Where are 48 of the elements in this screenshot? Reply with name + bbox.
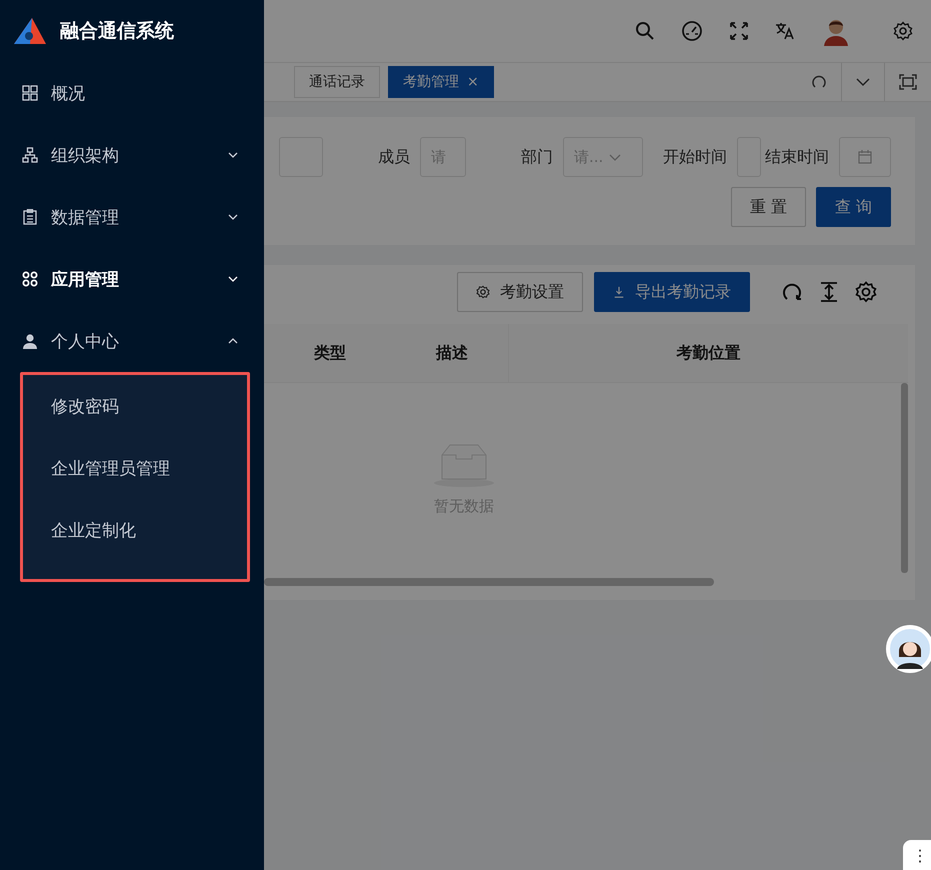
settings-icon[interactable] — [893, 21, 913, 41]
calendar-icon — [858, 150, 872, 164]
submenu-item[interactable]: 企业定制化 — [23, 499, 247, 561]
button[interactable]: 重 置 — [730, 187, 806, 227]
search-icon[interactable] — [635, 21, 655, 41]
menu-item[interactable]: 组织架构 — [0, 124, 264, 186]
row-height-icon[interactable] — [819, 281, 839, 303]
chevron-down-icon — [228, 276, 238, 282]
translate-icon[interactable] — [775, 21, 795, 41]
clipboard-icon — [22, 209, 38, 225]
app-title: 融合通信系统 — [60, 19, 174, 44]
date-field[interactable] — [839, 137, 891, 177]
apps-icon — [22, 271, 38, 287]
scrollbar[interactable] — [264, 578, 714, 586]
tab[interactable]: 通话记录 — [294, 66, 380, 98]
field-label: 成员 — [378, 146, 410, 168]
gear-icon — [476, 285, 490, 299]
button[interactable]: 考勤设置 — [457, 272, 583, 312]
submenu-item[interactable]: 企业管理员管理 — [23, 437, 247, 499]
download-icon — [613, 286, 625, 298]
tab[interactable]: 考勤管理 × — [388, 66, 494, 98]
field-label: 结束时间 — [765, 146, 829, 168]
menu-item[interactable]: 个人中心 — [0, 310, 264, 372]
refresh-icon[interactable] — [781, 281, 803, 303]
chevron-down-icon — [228, 214, 238, 220]
chevron-up-icon — [228, 338, 238, 344]
chevron-down-icon — [228, 152, 238, 158]
chevron-down-icon — [609, 154, 622, 160]
column-header: 描述 — [396, 324, 509, 382]
field-label: 部门 — [521, 146, 553, 168]
assistant-avatar[interactable] — [886, 625, 931, 673]
column-header: 考勤位置 — [675, 342, 742, 364]
scrollbar[interactable] — [901, 383, 908, 573]
submenu-item[interactable]: 修改密码 — [23, 375, 247, 437]
field-label: 开始时间 — [663, 146, 727, 168]
org-chart-icon — [22, 147, 38, 163]
grid-icon — [22, 85, 38, 101]
fullscreen-icon[interactable] — [729, 21, 749, 41]
button[interactable]: 导出考勤记录 — [594, 272, 750, 312]
gauge-icon[interactable] — [681, 20, 703, 42]
settings-icon[interactable] — [855, 281, 877, 303]
column-header: 类型 — [313, 342, 347, 364]
more-button[interactable]: ⋮ — [903, 840, 931, 870]
menu-item[interactable]: 数据管理 — [0, 186, 264, 248]
menu-item[interactable]: 应用管理 — [0, 248, 264, 310]
menu-item[interactable]: 概况 — [0, 62, 264, 124]
user-icon — [22, 333, 38, 349]
button[interactable]: 查 询 — [816, 187, 891, 227]
